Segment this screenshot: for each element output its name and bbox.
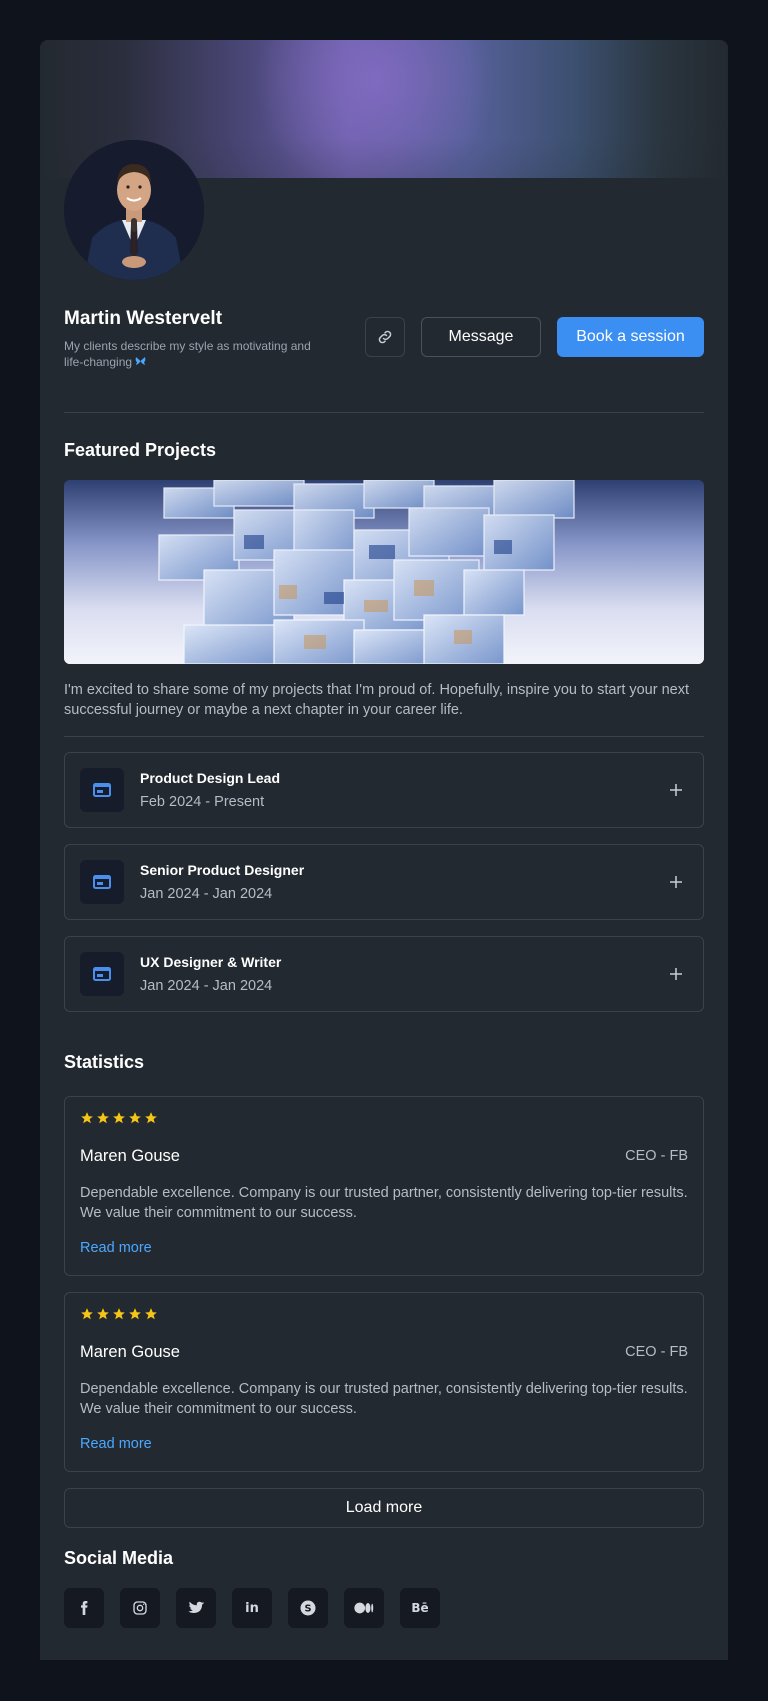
experience-item[interactable]: Product Design Lead Feb 2024 - Present [64,752,704,828]
copy-link-button[interactable] [365,317,405,357]
browser-window-icon [80,952,124,996]
twitter-icon[interactable] [176,1588,216,1628]
behance-icon[interactable]: Bē [400,1588,440,1628]
message-button[interactable]: Message [421,317,541,357]
browser-window-icon [80,768,124,812]
avatar-image [64,140,204,280]
experience-item[interactable]: Senior Product Designer Jan 2024 - Jan 2… [64,844,704,920]
experience-dates: Feb 2024 - Present [140,794,265,810]
profile-divider [64,412,704,413]
star-icon [113,1308,125,1320]
experience-title: Senior Product Designer [140,862,305,878]
profile-bio: My clients describe my style as motivati… [64,338,324,371]
star-rating [80,1111,158,1125]
profile-bio-text: My clients describe my style as motivati… [64,339,311,369]
experience-dates: Jan 2024 - Jan 2024 [140,886,273,902]
star-icon [145,1112,157,1124]
load-more-button[interactable]: Load more [64,1488,704,1528]
star-icon [129,1308,141,1320]
facebook-icon[interactable] [64,1588,104,1628]
book-session-button[interactable]: Book a session [557,317,704,357]
avatar [64,140,204,280]
featured-project-image[interactable] [64,480,704,664]
browser-window-icon [80,860,124,904]
instagram-icon[interactable] [120,1588,160,1628]
link-icon [378,330,392,344]
reviewer-role: CEO - FB [625,1148,688,1164]
skype-icon[interactable]: S [288,1588,328,1628]
review-card: Maren Gouse CEO - FB Dependable excellen… [64,1292,704,1472]
expand-plus-icon[interactable] [665,779,687,801]
star-icon [81,1308,93,1320]
featured-projects-title: Featured Projects [64,440,217,460]
butterfly-icon [135,357,146,369]
read-more-link[interactable]: Read more [80,1436,152,1452]
social-links: in S Bē [64,1588,440,1628]
star-icon [97,1112,109,1124]
linkedin-icon[interactable]: in [232,1588,272,1628]
review-card: Maren Gouse CEO - FB Dependable excellen… [64,1096,704,1276]
experience-dates: Jan 2024 - Jan 2024 [140,978,273,994]
experience-title: UX Designer & Writer [140,954,282,970]
statistics-title: Statistics [64,1052,145,1072]
featured-divider [64,736,704,737]
experience-item[interactable]: UX Designer & Writer Jan 2024 - Jan 2024 [64,936,704,1012]
expand-plus-icon[interactable] [665,871,687,893]
profile-name: Martin Westervelt [64,308,223,329]
star-icon [145,1308,157,1320]
glass-cubes-illustration [64,480,704,664]
read-more-link[interactable]: Read more [80,1240,152,1256]
svg-text:S: S [304,1603,311,1614]
reviewer-name: Maren Gouse [80,1147,180,1165]
featured-intro-text: I'm excited to share some of my projects… [64,682,690,718]
review-text: Dependable excellence. Company is our tr… [80,1185,688,1221]
star-icon [129,1112,141,1124]
review-text: Dependable excellence. Company is our tr… [80,1381,688,1417]
star-icon [97,1308,109,1320]
medium-icon[interactable] [344,1588,384,1628]
reviewer-role: CEO - FB [625,1344,688,1360]
reviewer-name: Maren Gouse [80,1343,180,1361]
expand-plus-icon[interactable] [665,963,687,985]
experience-title: Product Design Lead [140,770,281,786]
star-icon [81,1112,93,1124]
star-icon [113,1112,125,1124]
star-rating [80,1307,158,1321]
